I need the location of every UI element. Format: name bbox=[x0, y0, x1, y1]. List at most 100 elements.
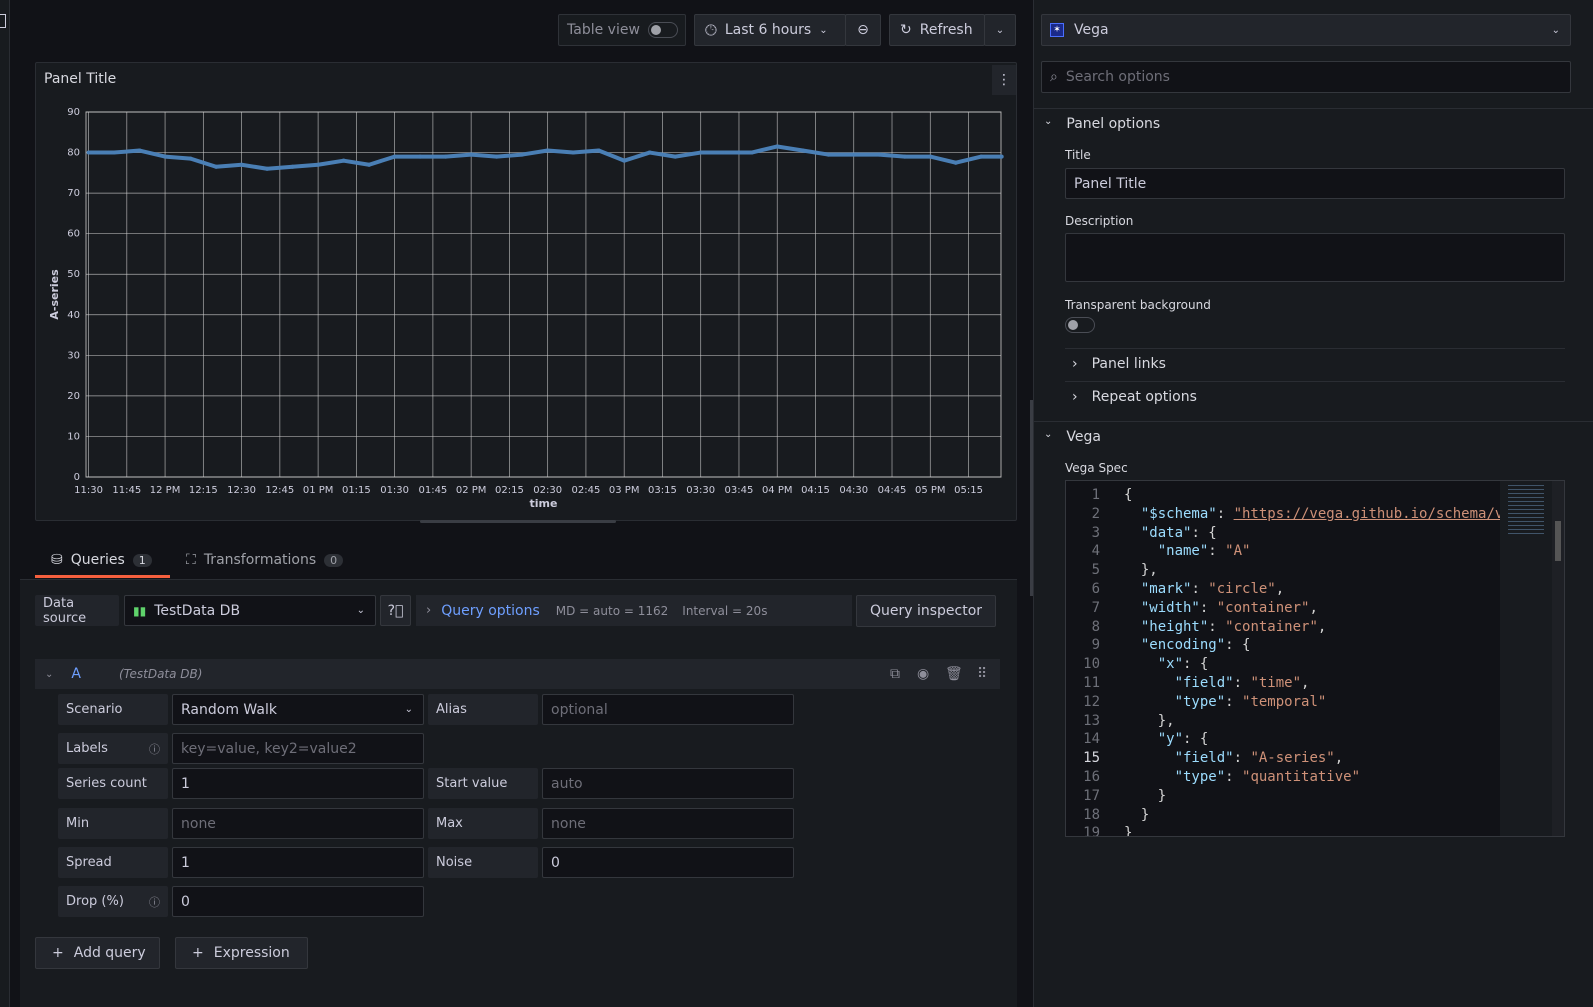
info-icon[interactable]: ⓘ bbox=[149, 894, 160, 910]
transparent-background-toggle[interactable] bbox=[1065, 317, 1095, 333]
title-field-label: Title bbox=[1065, 148, 1091, 162]
data-point bbox=[826, 152, 831, 157]
panel-resize-handle[interactable] bbox=[420, 520, 616, 523]
table-view-toggle[interactable]: Table view bbox=[558, 14, 686, 46]
drop-input[interactable]: 0 bbox=[172, 886, 424, 917]
drag-handle-icon[interactable]: ⠿ bbox=[977, 666, 987, 682]
code-line: "$schema": "https://vega.github.io/schem… bbox=[1140, 505, 1512, 522]
x-tick-label: 03:45 bbox=[725, 485, 754, 496]
x-tick-label: 04:15 bbox=[801, 485, 830, 496]
x-tick-label: 02:45 bbox=[572, 485, 601, 496]
toggle-switch[interactable] bbox=[647, 22, 678, 38]
x-tick-label: 04 PM bbox=[762, 485, 793, 496]
code-line: }, bbox=[1124, 562, 1158, 579]
labels-label-text: Labels bbox=[66, 741, 108, 756]
line-number: 12 bbox=[1083, 693, 1100, 710]
scenario-value: Random Walk bbox=[181, 701, 277, 718]
x-tick-label: 12 PM bbox=[150, 485, 181, 496]
x-tick-label: 11:30 bbox=[74, 485, 103, 496]
drop-label: Drop (%) ⓘ bbox=[58, 886, 168, 917]
help-button[interactable]: ?⃝ bbox=[380, 595, 411, 626]
x-tick-label: 05 PM bbox=[915, 485, 946, 496]
query-row-header[interactable]: ⌄ A (TestData DB) ⧉ ◉ 🗑︎ ⠿ bbox=[35, 659, 1000, 689]
editor-scrollbar[interactable] bbox=[1552, 481, 1564, 836]
refresh-button[interactable]: ↻ Refresh bbox=[889, 14, 985, 46]
divider bbox=[1065, 381, 1565, 382]
chevron-down-icon: ⌄ bbox=[1044, 116, 1053, 127]
panel-links-header[interactable]: › Panel links bbox=[1072, 356, 1166, 372]
y-tick-label: 30 bbox=[67, 350, 80, 361]
data-point bbox=[188, 156, 193, 161]
x-tick-label: 02:30 bbox=[533, 485, 562, 496]
series-count-input[interactable]: 1 bbox=[172, 768, 424, 799]
divider bbox=[1034, 421, 1593, 422]
sidebar-toggle-icon[interactable] bbox=[0, 14, 6, 28]
query-options-bar[interactable]: › Query options MD = auto = 1162 Interva… bbox=[416, 595, 852, 626]
y-tick-label: 20 bbox=[67, 391, 80, 402]
info-icon[interactable]: ⓘ bbox=[149, 741, 160, 757]
panel-options-header[interactable]: ⌄ Panel options bbox=[1044, 116, 1160, 132]
data-point bbox=[673, 154, 678, 159]
add-query-label: Add query bbox=[73, 945, 146, 961]
data-source-label: Data source bbox=[35, 595, 119, 626]
description-textarea[interactable] bbox=[1065, 233, 1565, 282]
max-input[interactable]: none bbox=[542, 808, 794, 839]
y-tick-label: 10 bbox=[67, 431, 80, 442]
add-query-button[interactable]: + Add query bbox=[35, 937, 160, 969]
line-number: 6 bbox=[1091, 581, 1100, 597]
noise-input[interactable]: 0 bbox=[542, 847, 794, 878]
query-ref-id[interactable]: A bbox=[71, 666, 81, 682]
min-input[interactable]: none bbox=[172, 808, 424, 839]
title-input[interactable]: Panel Title bbox=[1065, 168, 1565, 199]
line-number: 15 bbox=[1083, 750, 1100, 767]
spread-input[interactable]: 1 bbox=[172, 847, 424, 878]
data-point bbox=[239, 162, 244, 167]
refresh-interval-dropdown[interactable]: ⌄ bbox=[984, 14, 1016, 46]
data-point bbox=[622, 158, 627, 163]
alias-input[interactable]: optional bbox=[542, 694, 794, 725]
chevron-down-icon[interactable]: ⌄ bbox=[45, 669, 53, 680]
trash-icon[interactable]: 🗑︎ bbox=[945, 666, 963, 682]
line-number: 7 bbox=[1091, 599, 1100, 616]
chevron-down-icon: ⌄ bbox=[356, 605, 365, 616]
expression-button[interactable]: + Expression bbox=[175, 937, 308, 969]
tab-queries[interactable]: ⛁ Queries 1 bbox=[35, 545, 170, 578]
line-number: 18 bbox=[1083, 806, 1100, 823]
data-point bbox=[902, 154, 907, 159]
scenario-select[interactable]: Random Walk ⌄ bbox=[172, 694, 424, 725]
query-inspector-button[interactable]: Query inspector bbox=[856, 595, 996, 627]
start-value-input[interactable]: auto bbox=[542, 768, 794, 799]
code-line: } bbox=[1124, 825, 1133, 837]
data-source-picker[interactable]: ▮▮ TestData DB ⌄ bbox=[124, 595, 376, 626]
x-tick-label: 04:45 bbox=[878, 485, 907, 496]
code-line: "type": "temporal" bbox=[1174, 693, 1327, 710]
x-tick-label: 01 PM bbox=[303, 485, 334, 496]
search-placeholder: Search options bbox=[1065, 69, 1170, 85]
plus-icon: + bbox=[52, 945, 64, 961]
eye-icon[interactable]: ◉ bbox=[917, 666, 929, 682]
transform-icon: ⛶ bbox=[186, 552, 196, 568]
labels-input[interactable]: key=value, key2=value2 bbox=[172, 733, 424, 764]
tab-transformations[interactable]: ⛶ Transformations 0 bbox=[186, 545, 344, 575]
editor-minimap[interactable] bbox=[1500, 481, 1552, 836]
chart: 0 10 20 30 40 50 60 70 80 90 11:30 11:45 12 PM 12:15 1… bbox=[48, 107, 1004, 510]
query-options-link[interactable]: Query options bbox=[441, 603, 540, 619]
max-data-points: MD = auto = 1162 bbox=[555, 603, 669, 618]
vega-spec-editor[interactable]: 1 {2 "$schema": "https://vega.github.io/s… bbox=[1065, 480, 1565, 837]
chevron-right-icon: › bbox=[426, 603, 432, 618]
code-line: "field": "A-series", bbox=[1174, 750, 1344, 767]
search-icon: ⌕ bbox=[1050, 69, 1058, 85]
code-line: "name": "A" bbox=[1157, 543, 1251, 560]
repeat-options-header[interactable]: › Repeat options bbox=[1072, 389, 1197, 405]
duplicate-icon[interactable]: ⧉ bbox=[890, 666, 900, 682]
time-picker-button[interactable]: 🕒︎ Last 6 hours ⌄ bbox=[694, 14, 846, 46]
repeat-options-title: Repeat options bbox=[1091, 389, 1197, 405]
spread-label: Spread bbox=[58, 847, 168, 878]
sidebar-edge bbox=[0, 0, 10, 1007]
vega-section-header[interactable]: ⌄ Vega bbox=[1044, 429, 1101, 445]
visualization-picker[interactable]: ✶ Vega ⌄ bbox=[1041, 14, 1571, 46]
zoom-out-button[interactable]: ⊖ bbox=[845, 14, 881, 46]
labels-label: Labels ⓘ bbox=[58, 733, 168, 764]
data-point bbox=[979, 154, 984, 159]
search-options-input[interactable]: ⌕ Search options bbox=[1041, 61, 1571, 93]
